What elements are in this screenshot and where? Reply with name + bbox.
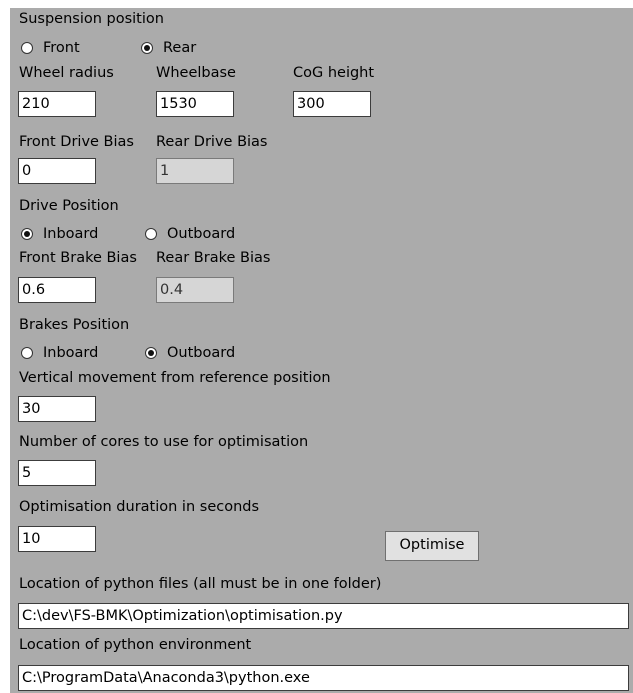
front-brake-bias-label: Front Brake Bias xyxy=(19,250,137,266)
radio-circle-icon xyxy=(145,228,157,240)
radio-circle-icon xyxy=(21,42,33,54)
brakes-inboard-label: Inboard xyxy=(43,345,99,361)
front-drive-bias-label: Front Drive Bias xyxy=(19,134,134,150)
radio-checked-icon xyxy=(145,347,157,359)
wheel-radius-label: Wheel radius xyxy=(19,65,114,81)
optimisation-settings-panel: Suspension position Front Rear Wheel rad… xyxy=(10,8,633,693)
suspension-rear-radio[interactable]: Rear xyxy=(141,39,196,57)
cores-input[interactable]: 5 xyxy=(18,460,96,486)
suspension-front-label: Front xyxy=(43,40,80,56)
cores-label: Number of cores to use for optimisation xyxy=(19,434,309,450)
rear-brake-bias-label: Rear Brake Bias xyxy=(156,250,271,266)
rear-brake-bias-input: 0.4 xyxy=(156,277,234,303)
python-env-label: Location of python environment xyxy=(19,637,252,653)
brakes-inboard-radio[interactable]: Inboard xyxy=(21,344,98,362)
drive-outboard-label: Outboard xyxy=(167,226,236,242)
radio-checked-icon xyxy=(21,228,33,240)
drive-position-heading: Drive Position xyxy=(19,198,119,214)
rear-drive-bias-label: Rear Drive Bias xyxy=(156,134,268,150)
front-drive-bias-input[interactable]: 0 xyxy=(18,158,96,184)
cog-height-label: CoG height xyxy=(293,65,375,81)
drive-inboard-label: Inboard xyxy=(43,226,99,242)
duration-label: Optimisation duration in seconds xyxy=(19,499,260,515)
brakes-outboard-radio[interactable]: Outboard xyxy=(145,344,235,362)
front-brake-bias-input[interactable]: 0.6 xyxy=(18,277,96,303)
suspension-position-heading: Suspension position xyxy=(19,11,164,27)
rear-drive-bias-input: 1 xyxy=(156,158,234,184)
suspension-rear-label: Rear xyxy=(163,40,197,56)
python-files-label: Location of python files (all must be in… xyxy=(19,576,382,592)
wheelbase-input[interactable]: 1530 xyxy=(156,91,234,117)
brakes-outboard-label: Outboard xyxy=(167,345,236,361)
vertical-movement-input[interactable]: 30 xyxy=(18,396,96,422)
radio-checked-icon xyxy=(141,42,153,54)
suspension-front-radio[interactable]: Front xyxy=(21,39,80,57)
optimise-button[interactable]: Optimise xyxy=(385,531,479,561)
python-files-input[interactable]: C:\dev\FS-BMK\Optimization\optimisation.… xyxy=(18,603,629,629)
wheel-radius-input[interactable]: 210 xyxy=(18,91,96,117)
wheelbase-label: Wheelbase xyxy=(156,65,236,81)
radio-circle-icon xyxy=(21,347,33,359)
drive-inboard-radio[interactable]: Inboard xyxy=(21,225,98,243)
cog-height-input[interactable]: 300 xyxy=(293,91,371,117)
drive-outboard-radio[interactable]: Outboard xyxy=(145,225,235,243)
python-env-input[interactable]: C:\ProgramData\Anaconda3\python.exe xyxy=(18,665,629,691)
vertical-movement-label: Vertical movement from reference positio… xyxy=(19,370,331,386)
duration-input[interactable]: 10 xyxy=(18,526,96,552)
brakes-position-heading: Brakes Position xyxy=(19,317,130,333)
